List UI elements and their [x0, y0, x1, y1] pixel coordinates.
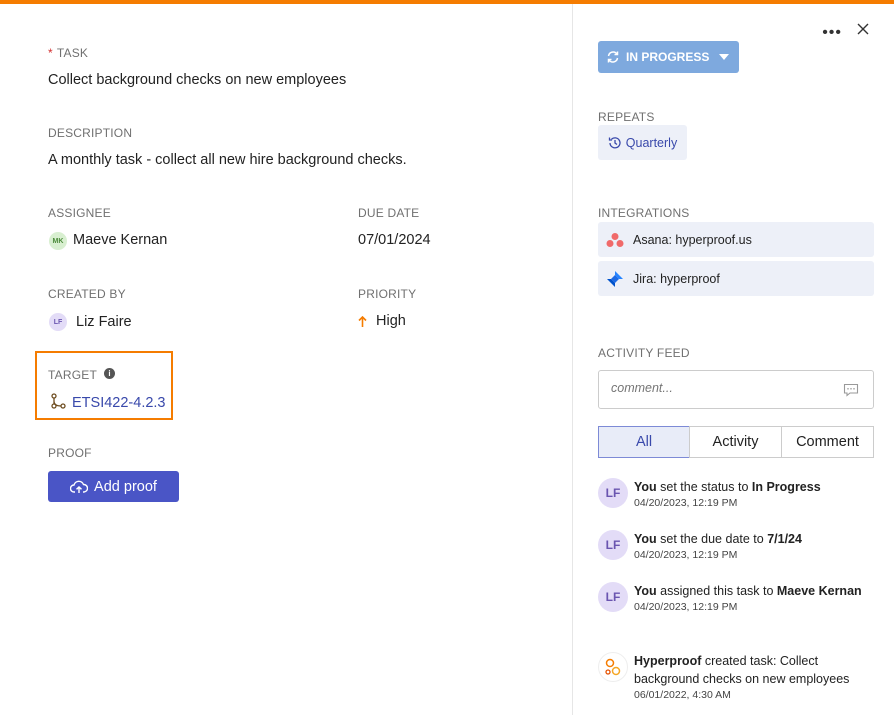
cloud-upload-icon [70, 480, 89, 493]
add-proof-button[interactable]: Add proof [48, 471, 179, 502]
more-options-icon[interactable]: ••• [822, 24, 842, 42]
arrow-up-icon [358, 316, 367, 327]
list-item: LF You set the due date to 7/1/24 04/20/… [598, 530, 878, 570]
target-link[interactable]: ETSI422-4.2.3 [72, 395, 166, 411]
integration-asana[interactable]: Asana: hyperproof.us [598, 222, 874, 257]
creator-name: Liz Faire [76, 314, 132, 330]
description-text[interactable]: A monthly task - collect all new hire ba… [48, 152, 407, 168]
comment-box[interactable] [598, 370, 874, 409]
priority-label: PRIORITY [358, 287, 417, 301]
description-label: DESCRIPTION [48, 126, 133, 140]
due-date-label: DUE DATE [358, 206, 420, 220]
jira-icon [607, 270, 623, 287]
assignee-label: ASSIGNEE [48, 206, 111, 220]
activity-feed-label: ACTIVITY FEED [598, 346, 690, 360]
sync-icon [607, 51, 619, 63]
assignee-avatar: MK [49, 232, 67, 250]
due-date-value[interactable]: 07/01/2024 [358, 232, 431, 248]
integrations-label: INTEGRATIONS [598, 206, 690, 220]
avatar: LF [598, 582, 628, 612]
tab-all[interactable]: All [598, 426, 690, 458]
avatar: LF [598, 530, 628, 560]
proof-label: PROOF [48, 446, 92, 460]
task-label: * TASK [48, 46, 89, 60]
priority-value[interactable]: High [376, 313, 406, 329]
created-by-label: CREATED BY [48, 287, 126, 301]
repeats-chip[interactable]: Quarterly [598, 125, 687, 160]
list-item: Hyperproof created task: Collect backgro… [598, 652, 878, 708]
asana-icon [606, 232, 624, 247]
list-item: LF You set the status to In Progress 04/… [598, 478, 878, 518]
hyperproof-logo-icon [598, 652, 628, 682]
tab-comment[interactable]: Comment [781, 426, 874, 458]
comment-input[interactable] [611, 381, 831, 395]
task-title[interactable]: Collect background checks on new employe… [48, 72, 346, 88]
integration-jira[interactable]: Jira: hyperproof [598, 261, 874, 296]
repeats-label: REPEATS [598, 110, 655, 124]
assignee-name[interactable]: Maeve Kernan [73, 232, 167, 248]
comment-icon[interactable] [843, 383, 859, 397]
info-icon[interactable]: i [104, 368, 115, 379]
task-details-panel: * TASK Collect background checks on new e… [0, 4, 572, 715]
side-panel: ••• IN PROGRESS REPEATS Quarterly INTEGR… [572, 4, 894, 715]
creator-avatar: LF [49, 313, 67, 331]
hierarchy-icon [51, 393, 66, 409]
status-dropdown-button[interactable]: IN PROGRESS [598, 41, 739, 73]
close-icon[interactable] [856, 22, 870, 36]
target-label: TARGET [48, 368, 97, 382]
list-item: LF You assigned this task to Maeve Kerna… [598, 582, 878, 638]
avatar: LF [598, 478, 628, 508]
chevron-down-icon [719, 54, 729, 60]
tab-activity[interactable]: Activity [689, 426, 782, 458]
history-icon [608, 136, 621, 148]
